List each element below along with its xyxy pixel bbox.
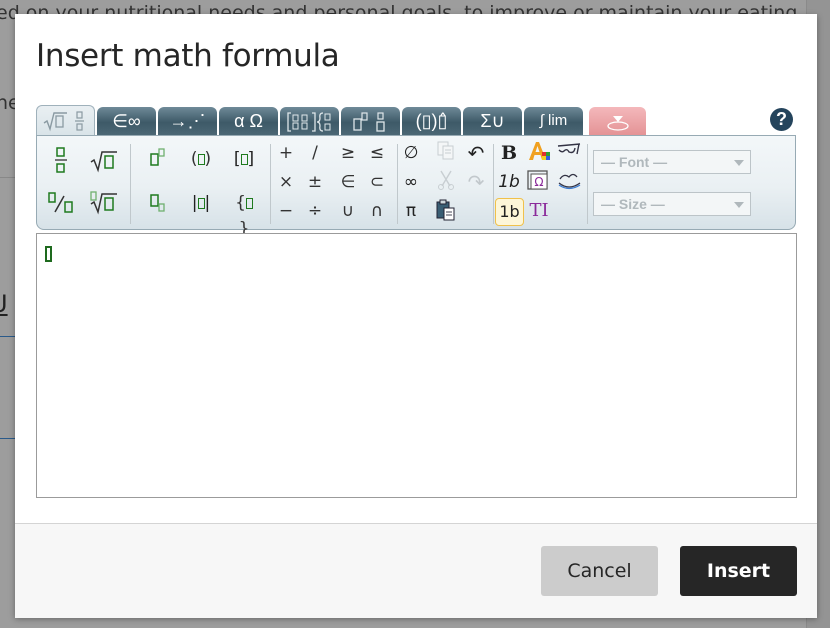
scripts-icon [352, 112, 385, 132]
copy-icon [437, 141, 454, 160]
help-icon[interactable]: ? [770, 108, 793, 131]
subscript-button[interactable] [143, 190, 171, 216]
placeholder-icon [197, 197, 205, 209]
normal-style-button[interactable]: 1b [495, 198, 524, 226]
tab-symbols[interactable]: ∈∞ [97, 107, 156, 135]
chevron-down-icon [734, 160, 744, 166]
union-button[interactable]: ∪ [334, 198, 362, 224]
placeholder-icon [240, 153, 248, 165]
root-fraction-icon [43, 111, 84, 132]
tab-custom[interactable] [589, 107, 646, 135]
formula-toolbar: () [] | | {} + / ≥ ≤ × ± ∈ ⊂ − ÷ ∪ ∩ ∅ ∞ … [36, 135, 796, 239]
tab-big-operators[interactable]: Σ∪ [463, 107, 522, 135]
minus-button[interactable]: − [272, 198, 300, 224]
nth-root-icon [90, 191, 117, 215]
less-equal-button[interactable]: ≤ [363, 140, 391, 166]
size-select-value: — Size — [601, 196, 665, 212]
fraction-button[interactable] [47, 146, 75, 173]
bold-button[interactable]: B [495, 140, 523, 166]
toolbar-separator [587, 144, 588, 224]
copy-button[interactable] [432, 140, 460, 166]
empty-set-button[interactable]: ∅ [397, 140, 425, 166]
times-button[interactable]: × [272, 169, 300, 195]
divide-button[interactable]: ÷ [301, 198, 329, 224]
nth-root-button[interactable] [89, 190, 117, 216]
square-root-button[interactable] [89, 148, 117, 174]
background-text: U [0, 290, 8, 318]
infinity-button[interactable]: ∞ [397, 169, 425, 195]
arabic-button[interactable] [555, 169, 583, 195]
subset-button[interactable]: ⊂ [363, 169, 391, 195]
parentheses-button[interactable]: () [187, 146, 215, 172]
bevelled-fraction-icon [48, 192, 73, 213]
tab-matrices[interactable] [280, 107, 339, 135]
text-mode-button[interactable]: TI [525, 198, 553, 224]
cancel-button[interactable]: Cancel [541, 546, 658, 596]
dialog-footer: Cancel Insert [15, 523, 817, 618]
paste-icon [436, 199, 455, 221]
tab-decorations[interactable]: (▯)▯̂ [402, 107, 461, 135]
background-divider [0, 177, 15, 178]
font-color-button[interactable] [525, 140, 553, 166]
formula-editor[interactable] [36, 233, 797, 498]
placeholder-icon [245, 197, 253, 209]
pi-button[interactable]: π [397, 198, 425, 224]
superscript-icon [150, 148, 165, 166]
placeholder-icon [197, 153, 205, 165]
font-color-icon [529, 142, 550, 160]
matrix-icon [286, 112, 330, 132]
tab-general[interactable] [36, 105, 95, 137]
insert-math-dialog: Insert math formula ? ∈∞ →⋰ α Ω (▯)▯̂ Σ∪… [15, 14, 817, 618]
intersection-button[interactable]: ∩ [363, 198, 391, 224]
size-select[interactable]: — Size — [593, 192, 751, 216]
superscript-button[interactable] [143, 146, 171, 172]
tab-arrows[interactable]: →⋰ [158, 107, 217, 135]
paste-button[interactable] [432, 198, 460, 224]
chevron-down-icon [734, 202, 744, 208]
element-of-button[interactable]: ∈ [334, 169, 362, 195]
tab-greek[interactable]: α Ω [219, 107, 278, 135]
greater-equal-button[interactable]: ≥ [334, 140, 362, 166]
subscript-icon [150, 194, 165, 212]
brackets-button[interactable]: [] [230, 146, 258, 172]
toolbar-separator [130, 144, 131, 224]
square-root-icon [90, 151, 117, 173]
braces-button[interactable]: {} [230, 190, 258, 239]
toolbar-separator [270, 144, 271, 224]
slash-button[interactable]: / [301, 140, 329, 166]
italic-button[interactable]: 1b [495, 169, 523, 195]
insert-button[interactable]: Insert [680, 546, 797, 596]
font-select[interactable]: — Font — [593, 150, 751, 174]
special-char-button[interactable]: Ω [525, 169, 553, 195]
svg-text:Ω: Ω [534, 175, 543, 189]
arabic-rtl-icon [557, 143, 581, 155]
undo-button[interactable]: ↶ [462, 140, 490, 166]
placeholder-cursor [45, 246, 52, 262]
plus-button[interactable]: + [272, 140, 300, 166]
background-divider [0, 336, 15, 337]
absolute-value-button[interactable]: | | [187, 190, 215, 216]
plus-minus-button[interactable]: ± [301, 169, 329, 195]
cut-button[interactable] [432, 169, 460, 195]
eject-icon [606, 116, 629, 131]
tab-calculus[interactable]: ∫ lim [524, 107, 583, 135]
fraction-icon [55, 147, 67, 173]
background-divider [0, 438, 15, 439]
omega-icon: Ω [527, 170, 548, 190]
rtl-text-button[interactable] [555, 140, 583, 166]
arabic-icon [558, 173, 581, 190]
toolbar-separator [493, 144, 494, 224]
bevelled-fraction-button[interactable] [47, 190, 75, 216]
tab-scripts[interactable] [341, 107, 400, 135]
redo-button[interactable]: ↷ [462, 169, 490, 195]
scissors-icon [438, 170, 454, 190]
dialog-title: Insert math formula [36, 38, 340, 74]
font-select-value: — Font — [601, 154, 668, 170]
